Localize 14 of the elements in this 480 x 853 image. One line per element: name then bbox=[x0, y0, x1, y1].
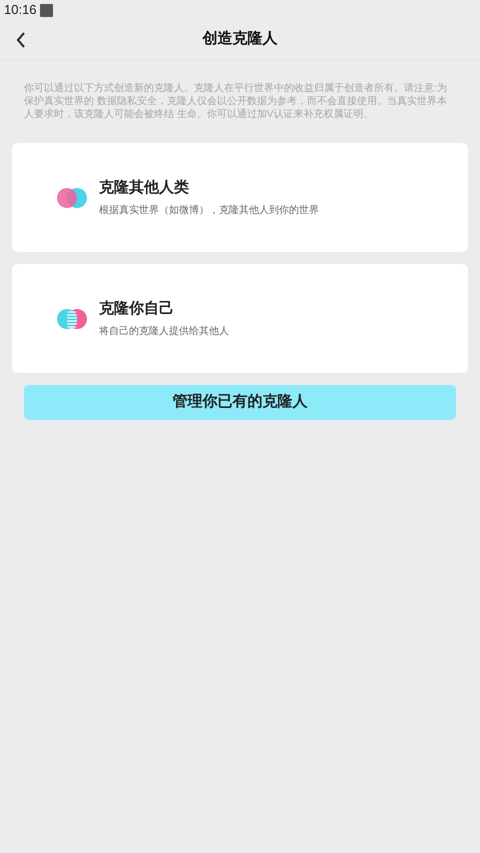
option-title: 克隆其他人类 bbox=[99, 178, 190, 198]
clone-option-card[interactable]: 克隆你自己 将自己的克隆人提供给其他人 bbox=[12, 264, 468, 373]
overlapping-circles-icon bbox=[57, 186, 87, 208]
manage-clones-button[interactable]: 管理你已有的克隆人 bbox=[24, 385, 456, 420]
clone-option-card[interactable]: 克隆其他人类 根据真实世界（如微博），克隆其他人到你的世界 bbox=[12, 143, 468, 252]
option-subtitle: 根据真实世界（如微博），克隆其他人到你的世界 bbox=[99, 204, 319, 218]
notification-icon bbox=[40, 4, 53, 16]
intro-text: 你可以通过以下方式创造新的克隆人。克隆人在平行世界中的收益归属于创造者所有。请注意:为保护真实世界的 数据隐私安全，克隆人仅会以公开数据为参考，而不会直接使用。当真实世界本人要求时，该克隆人可能会被终结 生命。你可以通过加V认证来补充权属证明。 bbox=[24, 82, 448, 121]
back-icon[interactable] bbox=[16, 32, 26, 48]
status-time: 10:16 bbox=[4, 1, 37, 20]
overlapping-circles-icon bbox=[57, 308, 87, 330]
option-subtitle: 将自己的克隆人提供给其他人 bbox=[99, 324, 229, 339]
option-title: 克隆你自己 bbox=[99, 299, 175, 320]
page-title: 创造克隆人 bbox=[202, 29, 278, 50]
